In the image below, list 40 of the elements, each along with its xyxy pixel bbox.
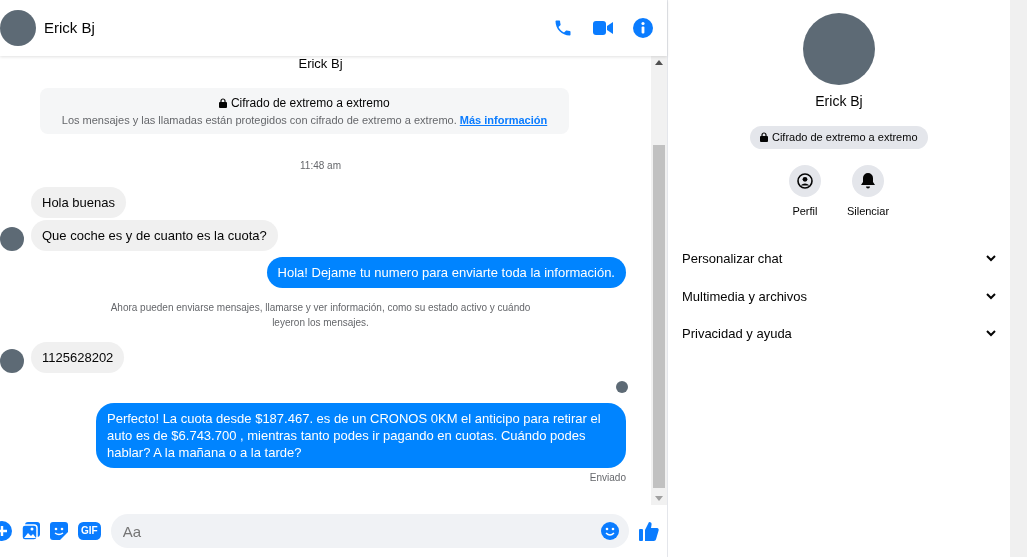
scrollbar[interactable] [651, 56, 667, 505]
lock-icon [760, 132, 769, 143]
message-bubble: 1125628202 [31, 342, 125, 373]
encryption-text: Los mensajes y las llamadas están protegidos con cifrado de extremo a extremo. Más información [60, 112, 549, 128]
bell-icon [861, 172, 875, 189]
image-icon[interactable] [22, 522, 40, 540]
scroll-up-arrow-icon[interactable] [655, 60, 663, 65]
system-notice: Ahora pueden enviarse mensajes, llamarse y ver información, como su estado activo y cuándo leyeron los mensajes. [110, 301, 531, 330]
sticker-icon[interactable] [50, 522, 68, 540]
more-info-link[interactable]: Más información [459, 113, 548, 126]
phone-icon[interactable] [553, 18, 573, 38]
scroll-down-arrow-icon[interactable] [655, 496, 663, 501]
message-bubble: Perfecto! La cuota desde $187.467. es de un CRONOS 0KM el anticipo para retirar el auto es de $6.743.700 , mientras tanto podes ir pagando en cuotas. Cuándo podes hablar? A la mañana o a la tarde? [96, 403, 626, 468]
chevron-icon [986, 292, 996, 300]
chevron-icon [986, 255, 996, 263]
video-camera-icon[interactable] [593, 20, 613, 36]
delivery-status: Enviado [588, 471, 627, 485]
message-input[interactable]: Aa [110, 514, 629, 548]
message-bubble: Que coche es y de cuanto es la cuota? [31, 220, 278, 251]
mute-button[interactable]: Silenciar [846, 164, 890, 219]
badge-label: Cifrado de extremo a extremo [772, 130, 918, 145]
section-header[interactable]: Personalizar chat [668, 241, 1010, 277]
thumbs-up-icon[interactable] [639, 521, 659, 541]
profile-name: Erick Bj [815, 92, 863, 111]
gif-icon[interactable]: GIF [78, 522, 101, 540]
section-header[interactable]: Privacidad y ayuda [668, 316, 1010, 352]
encryption-title: Cifrado de extremo a extremo [230, 94, 390, 112]
contact-name[interactable]: Erick Bj [44, 16, 553, 40]
message-bubble: Hola buenas [31, 187, 126, 218]
info-icon[interactable] [633, 18, 653, 38]
message-bubble: Hola! Dejame tu numero para enviarte toda la información. [266, 257, 626, 288]
seen-avatar [616, 381, 628, 393]
avatar[interactable] [0, 10, 36, 46]
timestamp: 11:48 am [299, 159, 342, 173]
person-circle-icon [796, 172, 813, 189]
section-header[interactable]: Multimedia y archivos [668, 278, 1010, 314]
conversation-title: Erick Bj [297, 56, 344, 73]
lock-icon [219, 97, 228, 108]
smiley-icon[interactable] [601, 522, 619, 540]
chevron-icon [986, 330, 996, 338]
